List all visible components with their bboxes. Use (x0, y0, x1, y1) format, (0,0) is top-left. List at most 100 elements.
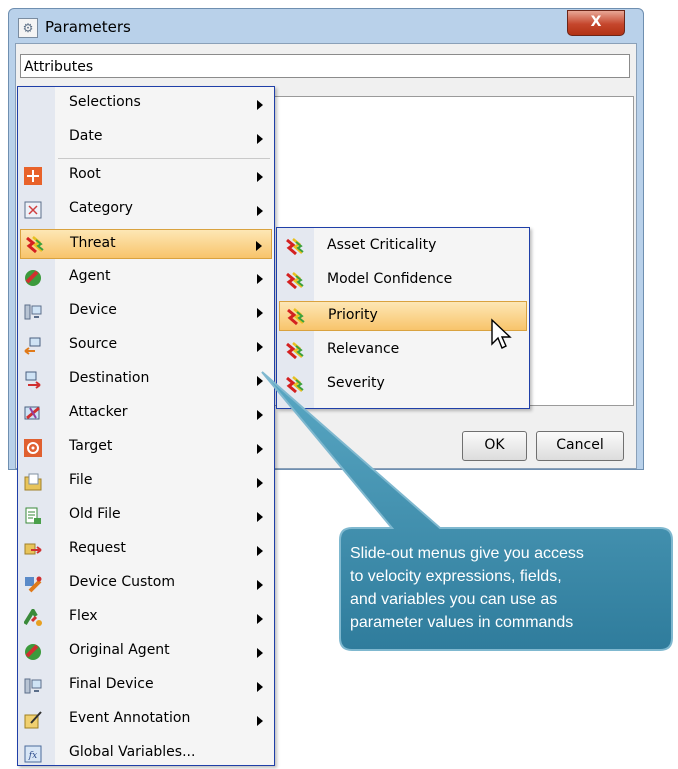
menu-item-label: File (69, 472, 93, 488)
threat-icon (285, 342, 304, 360)
threat-icon (285, 238, 304, 256)
submenu-arrow-icon (257, 444, 263, 454)
submenu-arrow-icon (257, 648, 263, 658)
attacker-icon (24, 405, 42, 423)
submenu-item-label: Model Confidence (327, 271, 453, 287)
submenu-item-label: Priority (328, 307, 378, 323)
callout-line: parameter values in commands (350, 614, 574, 631)
submenu-item-label: Asset Criticality (327, 237, 437, 253)
submenu-arrow-icon (257, 134, 263, 144)
file-icon (24, 473, 42, 491)
submenu-arrow-icon (257, 308, 263, 318)
close-button[interactable]: X (567, 10, 625, 36)
menu-item-label: Target (69, 438, 113, 454)
submenu-arrow-icon (257, 716, 263, 726)
menu-separator (58, 158, 270, 159)
threat-icon (285, 376, 304, 394)
app-icon: ⚙ (18, 18, 38, 38)
threat-icon (25, 236, 44, 254)
menu-item-label: Original Agent (69, 642, 170, 658)
target-icon (24, 439, 42, 457)
request-icon (24, 541, 42, 559)
global-variables-icon: fx (24, 745, 42, 763)
menu-item-device[interactable]: Device (20, 297, 272, 327)
menu-item-device-custom[interactable]: Device Custom (20, 569, 272, 599)
menu-item-label: Destination (69, 370, 150, 386)
category-icon (24, 201, 42, 219)
submenu-item-severity[interactable]: Severity (279, 370, 527, 400)
menu-item-label: Date (69, 128, 103, 144)
ok-button[interactable]: OK (462, 431, 527, 461)
menu-item-agent[interactable]: Agent (20, 263, 272, 293)
attributes-menu: Selections Date Root Category Threat Age… (17, 86, 275, 766)
destination-icon (24, 371, 42, 389)
menu-item-label: Event Annotation (69, 710, 191, 726)
menu-item-event-annotation[interactable]: Event Annotation (20, 705, 272, 735)
menu-item-label: Root (69, 166, 101, 182)
menu-item-label: Selections (69, 94, 141, 110)
menu-item-selections[interactable]: Selections (20, 89, 272, 119)
menu-item-source[interactable]: Source (20, 331, 272, 361)
menu-item-request[interactable]: Request (20, 535, 272, 565)
submenu-arrow-icon (257, 342, 263, 352)
submenu-item-asset-criticality[interactable]: Asset Criticality (279, 232, 527, 262)
menu-item-label: Device (69, 302, 117, 318)
submenu-arrow-icon (257, 172, 263, 182)
menu-item-final-device[interactable]: Final Device (20, 671, 272, 701)
mouse-cursor-icon (491, 318, 512, 349)
device-custom-icon (24, 575, 42, 593)
menu-item-old-file[interactable]: Old File (20, 501, 272, 531)
menu-item-category[interactable]: Category (20, 195, 272, 225)
menu-item-original-agent[interactable]: Original Agent (20, 637, 272, 667)
submenu-arrow-icon (257, 206, 263, 216)
submenu-arrow-icon (257, 100, 263, 110)
callout-line: and variables you can use as (350, 591, 558, 608)
threat-icon (286, 308, 305, 326)
submenu-item-model-confidence[interactable]: Model Confidence (279, 266, 527, 296)
old-file-icon (24, 507, 42, 525)
root-icon (24, 167, 42, 185)
cancel-button[interactable]: Cancel (536, 431, 624, 461)
submenu-arrow-icon (257, 376, 263, 386)
submenu-arrow-icon (257, 580, 263, 590)
submenu-arrow-icon (257, 512, 263, 522)
callout-line: Slide-out menus give you access (350, 545, 584, 562)
menu-item-label: Threat (70, 235, 116, 251)
menu-item-label: Global Variables... (69, 744, 196, 760)
menu-item-label: Attacker (69, 404, 128, 420)
menu-item-label: Old File (69, 506, 121, 522)
submenu-arrow-icon (257, 614, 263, 624)
attributes-field[interactable]: Attributes (20, 54, 630, 78)
source-icon (24, 337, 42, 355)
menu-item-threat[interactable]: Threat (20, 229, 272, 259)
submenu-item-label: Relevance (327, 341, 400, 357)
flex-icon (23, 607, 42, 627)
menu-item-label: Source (69, 336, 118, 352)
menu-item-label: Agent (69, 268, 111, 284)
menu-item-destination[interactable]: Destination (20, 365, 272, 395)
svg-text:fx: fx (28, 751, 37, 761)
final-device-icon (24, 677, 42, 695)
device-icon (24, 303, 42, 321)
submenu-arrow-icon (257, 546, 263, 556)
menu-item-target[interactable]: Target (20, 433, 272, 463)
menu-item-root[interactable]: Root (20, 161, 272, 191)
submenu-arrow-icon (256, 241, 262, 251)
menu-item-attacker[interactable]: Attacker (20, 399, 272, 429)
menu-item-label: Device Custom (69, 574, 175, 590)
submenu-arrow-icon (257, 274, 263, 284)
menu-item-label: Flex (69, 608, 98, 624)
submenu-arrow-icon (257, 682, 263, 692)
menu-item-label: Request (69, 540, 126, 556)
submenu-arrow-icon (257, 410, 263, 420)
menu-item-file[interactable]: File (20, 467, 272, 497)
menu-item-date[interactable]: Date (20, 123, 272, 153)
event-annotation-icon (24, 711, 42, 729)
title-bar[interactable]: ⚙ Parameters X (9, 9, 643, 43)
menu-item-flex[interactable]: Flex (20, 603, 272, 633)
window-title: Parameters (45, 18, 131, 36)
menu-item-global-variables[interactable]: fx Global Variables... (20, 739, 272, 769)
menu-item-label: Category (69, 200, 133, 216)
callout-text: Slide-out menus give you access to veloc… (350, 542, 670, 634)
submenu-item-label: Severity (327, 375, 385, 391)
